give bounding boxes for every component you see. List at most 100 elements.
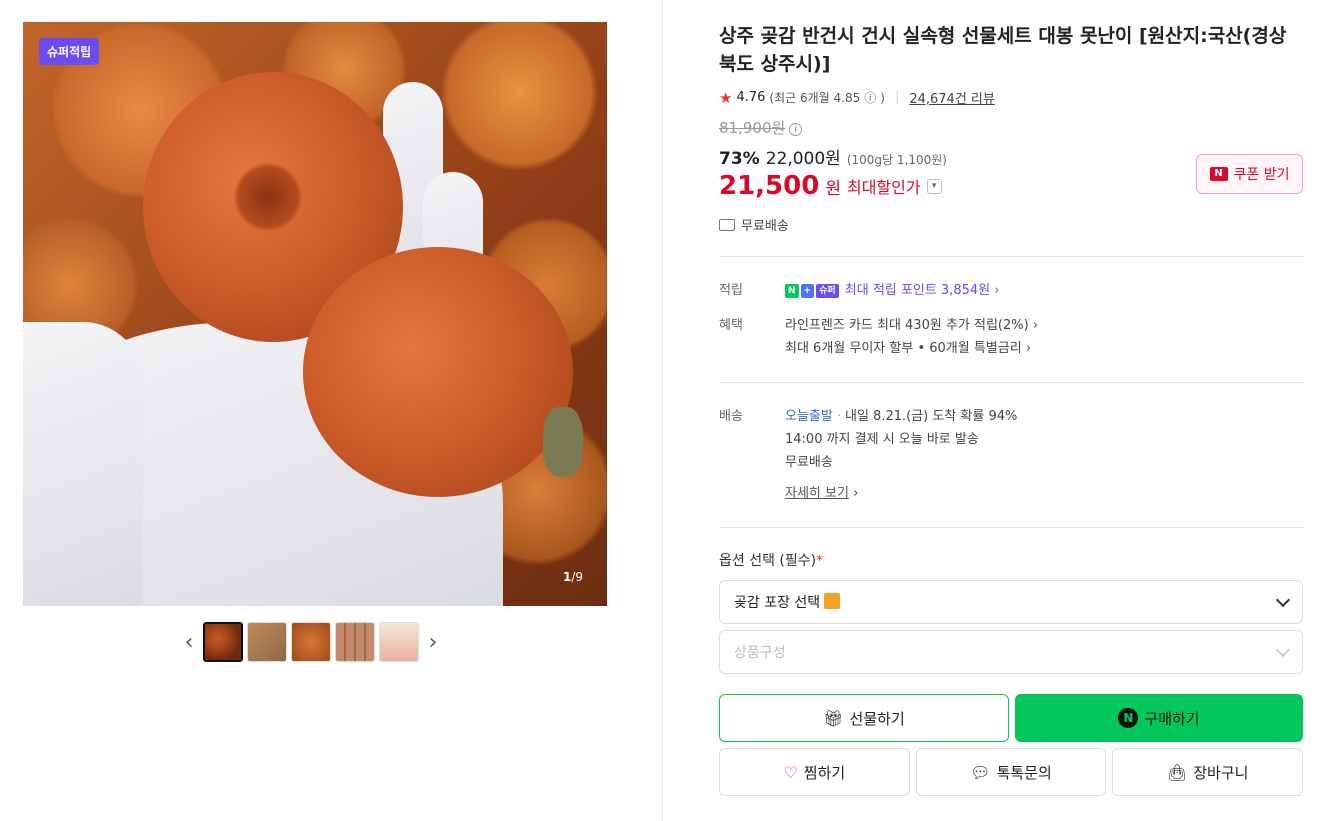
thumbnail-strip: ‹ › (179, 622, 443, 662)
cart-button[interactable]: 👜︎ 장바구니 (1112, 748, 1304, 796)
cutoff-time: 14:00 까지 결제 시 오늘 바로 발송 (785, 432, 979, 447)
persimmon-stem (543, 407, 583, 477)
today-shipping: 오늘출발 (785, 409, 833, 424)
naver-n-icon: N (1209, 167, 1228, 181)
thumbnail-1[interactable] (203, 622, 243, 662)
separator: | (894, 90, 900, 105)
composition-select-placeholder: 상품구성 (734, 645, 786, 661)
star-icon: ★ (719, 88, 733, 107)
buy-button[interactable]: N 구매하기 (1015, 694, 1303, 742)
rating-recent: (최근 6개월 4.85 (769, 91, 861, 105)
options-title: 옵션 선택 (필수)* (719, 550, 1303, 570)
naver-pay-icon: N (1118, 708, 1139, 728)
benefit-line-2-text: 최대 6개월 무이자 할부 • 60개월 특별금리 (785, 341, 1022, 356)
free-shipping-text: 무료배송 (741, 219, 789, 234)
benefit-label: 혜택 (719, 318, 743, 333)
info-icon[interactable]: i (789, 123, 803, 136)
benefit-values: 라인프렌즈 카드 최대 430원 추가 적립(2%) › 최대 6개월 무이자 … (785, 314, 1038, 360)
chevron-down-icon (1275, 642, 1291, 657)
wish-label: 찜하기 (803, 763, 846, 782)
gift-box-icon (824, 593, 841, 609)
secondary-actions: ♡ 찜하기 💬︎ 톡톡문의 👜︎ 장바구니 (719, 748, 1304, 796)
coupon-button[interactable]: N 쿠폰 받기 (1196, 154, 1303, 194)
plus-pill: + (800, 284, 815, 298)
details-link-text: 자세히 보기 (785, 486, 849, 501)
divider (719, 256, 1303, 257)
original-price-row: 81,900원 i (719, 117, 1303, 138)
delivery-label: 배송 (719, 409, 743, 424)
packaging-select[interactable]: 곶감 포장 선택 (719, 580, 1303, 624)
thumbnail-prev-icon[interactable]: ‹ (179, 622, 199, 662)
naver-pill: N (785, 284, 799, 298)
image-counter-total: /9 (571, 570, 583, 584)
packaging-select-text: 곶감 포장 선택 (734, 595, 821, 611)
shopping-bag-icon: 👜︎ (1166, 762, 1188, 782)
options-title-text: 옵션 선택 (필수) (719, 553, 817, 569)
talk-label: 톡톡문의 (996, 763, 1052, 782)
info-icon[interactable]: ⓘ (864, 89, 876, 106)
max-discount-won: 원 (825, 178, 841, 199)
truck-icon (719, 218, 735, 231)
thumbnail-next-icon[interactable]: › (423, 622, 443, 662)
delivery-values: 오늘출발 · 내일 8.21.(금) 도착 확률 94% 14:00 까지 결제 시… (785, 405, 1017, 505)
sale-price: 22,000원 (765, 149, 841, 169)
max-discount-label: 최대할인가 (846, 178, 921, 197)
gift-icon: 🎁︎ (823, 708, 844, 728)
thumbnail-2[interactable] (247, 622, 287, 662)
free-shipping-row: 무료배송 (719, 215, 1303, 234)
details-link[interactable]: 자세히 보기 › (785, 482, 858, 505)
chevron-right-icon: › (1025, 341, 1032, 356)
packaging-select-value: 곶감 포장 선택 (734, 592, 841, 612)
buy-label: 구매하기 (1144, 709, 1200, 728)
delivery-row: 배송 오늘출발 · 내일 8.21.(금) 도착 확률 94% 14:00 까지 결… (719, 405, 1303, 505)
discount-percent: 73% (719, 149, 760, 169)
chevron-down-icon (1275, 592, 1291, 607)
primary-actions: 🎁︎ 선물하기 N 구매하기 (719, 694, 1303, 742)
product-page: 슈퍼적립 1/9 ‹ › 상주 곶감 반건시 건시 실속형 선물세트 대봉 못난… (0, 0, 1325, 821)
gift-button[interactable]: 🎁︎ 선물하기 (719, 694, 1009, 742)
rating-row: ★ 4.76 (최근 6개월 4.85 ⓘ ) | 24,674건 리뷰 (719, 88, 1303, 108)
benefit-line-1[interactable]: 라인프렌즈 카드 최대 430원 추가 적립(2%) › (785, 318, 1038, 333)
chat-bubble-icon: 💬︎ (970, 762, 991, 782)
composition-select[interactable]: 상품구성 (719, 630, 1303, 674)
cart-label: 장바구니 (1193, 763, 1249, 782)
delivery-free: 무료배송 (785, 455, 833, 470)
super-pill: 슈퍼 (816, 284, 839, 298)
original-price: 81,900원 (719, 119, 786, 137)
talk-button[interactable]: 💬︎ 톡톡문의 (915, 748, 1107, 796)
point-value[interactable]: N + 슈퍼 최대 적립 포인트 3,854원 › (785, 279, 999, 302)
thumbnail-5[interactable] (379, 622, 419, 662)
chevron-right-icon: › (994, 283, 1000, 298)
rating-recent-close: ) (880, 90, 885, 105)
benefit-line-1-text: 라인프렌즈 카드 최대 430원 추가 적립(2%) (785, 318, 1029, 333)
divider (719, 527, 1303, 528)
benefit-row: 혜택 라인프렌즈 카드 최대 430원 추가 적립(2%) › 최대 6개월 무… (719, 314, 1303, 360)
max-discount-price: 21,500 (719, 171, 820, 201)
heart-icon: ♡ (783, 762, 798, 782)
divider (719, 382, 1303, 383)
chevron-right-icon: › (853, 486, 859, 501)
chevron-down-icon[interactable]: ▾ (926, 178, 942, 194)
point-row: 적립 N + 슈퍼 최대 적립 포인트 3,854원 › (719, 279, 1303, 302)
wish-button[interactable]: ♡ 찜하기 (719, 748, 910, 796)
thumbnail-3[interactable] (291, 622, 331, 662)
dot-separator: · (836, 409, 841, 424)
product-info: 상주 곶감 반건시 건시 실속형 선물세트 대봉 못난이 [원산지:국산(경상북… (719, 22, 1304, 796)
arrival-estimate: 내일 8.21.(금) 도착 확률 94% (844, 409, 1018, 424)
product-title: 상주 곶감 반건시 건시 실속형 선물세트 대봉 못난이 [원산지:국산(경상북… (719, 25, 1287, 75)
benefit-line-2[interactable]: 최대 6개월 무이자 할부 • 60개월 특별금리 › (785, 341, 1031, 356)
thumbnail-4[interactable] (335, 622, 375, 662)
coupon-label: 쿠폰 받기 (1233, 167, 1290, 183)
review-count-link[interactable]: 24,674건 리뷰 (909, 88, 995, 107)
point-label: 적립 (719, 283, 743, 298)
required-mark: * (816, 553, 824, 569)
product-main-image[interactable]: 슈퍼적립 1/9 (23, 22, 607, 606)
super-point-badge: 슈퍼적립 (39, 38, 100, 65)
gift-label: 선물하기 (849, 709, 905, 728)
unit-price: (100g당 1,100원) (846, 153, 947, 167)
column-divider (662, 0, 663, 821)
rating-score: 4.76 (736, 90, 766, 105)
glove-shape (23, 322, 143, 606)
image-counter: 1/9 (563, 570, 583, 584)
chevron-right-icon: › (1032, 318, 1039, 333)
